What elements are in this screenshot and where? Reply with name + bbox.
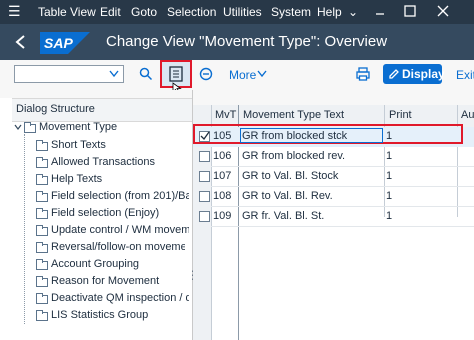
cell-text[interactable]: GR to Val. Bl. Stock	[242, 170, 338, 182]
more-chevron-icon[interactable]	[257, 70, 267, 78]
column-header-au[interactable]: Au	[461, 109, 474, 121]
maximize-icon[interactable]	[404, 5, 416, 17]
folder-icon	[36, 208, 48, 219]
cell-print[interactable]: 1	[386, 210, 392, 222]
tree-item-movement-type[interactable]: Movement Type	[39, 121, 117, 133]
menu-item-table-view[interactable]: Table View	[38, 5, 96, 19]
menu-bar: ☰ Table View Edit Goto Selection Utiliti…	[0, 0, 474, 24]
folder-icon	[36, 140, 48, 151]
folder-icon	[36, 174, 48, 185]
table-row[interactable]: 106 GR from blocked rev. 1	[193, 147, 474, 167]
sap-logo: SAP	[40, 32, 90, 54]
deselect-minus-icon[interactable]	[199, 67, 213, 81]
tree-item-account-grouping[interactable]: Account Grouping	[51, 258, 139, 270]
cell-mvt: 109	[213, 210, 232, 222]
cell-text[interactable]: GR to Val. Bl. Rev.	[242, 190, 333, 202]
menu-icon[interactable]: ☰	[8, 3, 21, 20]
row-checkbox[interactable]	[199, 191, 210, 202]
folder-icon	[36, 191, 48, 202]
exit-button[interactable]: Exit	[456, 68, 474, 82]
tree-item-reversal[interactable]: Reversal/follow-on movement t	[51, 241, 185, 253]
tree-collapse-icon[interactable]	[14, 123, 22, 131]
cell-mvt: 108	[213, 190, 232, 202]
cell-text[interactable]: GR from blocked rev.	[242, 150, 345, 162]
title-bar: SAP Change View "Movement Type": Overvie…	[0, 24, 474, 60]
cell-print[interactable]: 1	[386, 150, 392, 162]
cell-text[interactable]: GR fr. Val. Bl. St.	[242, 210, 324, 222]
tree-item-short-texts[interactable]: Short Texts	[51, 139, 106, 151]
tree-item-field-selection-201[interactable]: Field selection (from 201)/Batch	[51, 190, 189, 202]
document-details-icon	[169, 66, 183, 82]
row-checkbox[interactable]	[199, 171, 210, 182]
column-header-text[interactable]: Movement Type Text	[243, 109, 344, 121]
row-checkbox[interactable]	[199, 151, 210, 162]
focus-cell-outline	[240, 128, 383, 143]
toolbar: More Display Exit	[0, 60, 474, 94]
menu-item-selection[interactable]: Selection	[167, 5, 216, 19]
dialog-structure-panel: Dialog Structure Movement Type Short Tex…	[0, 90, 199, 340]
table-row[interactable]: 108 GR to Val. Bl. Rev. 1	[193, 187, 474, 207]
tree-item-reason-for-movement[interactable]: Reason for Movement	[51, 275, 159, 287]
table-row[interactable]: 107 GR to Val. Bl. Stock 1	[193, 167, 474, 187]
close-icon[interactable]	[437, 5, 449, 17]
command-field[interactable]	[14, 65, 124, 83]
column-header-print[interactable]: Print	[389, 109, 412, 121]
menu-item-help[interactable]: Help	[317, 5, 342, 19]
folder-icon	[36, 242, 48, 253]
tree-item-update-control[interactable]: Update control / WM movement	[51, 224, 189, 236]
minimize-icon[interactable]	[375, 6, 385, 16]
row-checkbox[interactable]	[199, 211, 210, 222]
menu-item-utilities[interactable]: Utilities	[223, 5, 262, 19]
open-folder-icon	[24, 122, 36, 133]
folder-icon	[36, 310, 48, 321]
folder-icon	[36, 157, 48, 168]
menu-item-system[interactable]: System	[271, 5, 311, 19]
tree-item-allowed-transactions[interactable]: Allowed Transactions	[51, 156, 155, 168]
tree-item-field-selection-enjoy[interactable]: Field selection (Enjoy)	[51, 207, 159, 219]
folder-icon	[36, 276, 48, 287]
chevron-down-icon[interactable]	[109, 70, 119, 78]
folder-icon	[36, 259, 48, 270]
movement-type-table: MvT Movement Type Text Print Au 105 GR f…	[193, 90, 474, 340]
back-arrow-icon[interactable]	[14, 34, 26, 50]
column-header-mvt[interactable]: MvT	[215, 109, 236, 121]
print-icon[interactable]	[356, 67, 370, 81]
page-title: Change View "Movement Type": Overview	[106, 33, 388, 50]
find-icon[interactable]	[139, 67, 153, 81]
cell-print[interactable]: 1	[386, 170, 392, 182]
tree-item-help-texts[interactable]: Help Texts	[51, 173, 102, 185]
menu-item-goto[interactable]: Goto	[131, 5, 157, 19]
display-pencil-icon	[389, 69, 399, 79]
folder-icon	[36, 225, 48, 236]
tree-item-deactivate-qm[interactable]: Deactivate QM inspection / deliv	[51, 292, 189, 304]
cell-mvt: 106	[213, 150, 232, 162]
tree-item-lis-statistics[interactable]: LIS Statistics Group	[51, 309, 148, 321]
cell-print[interactable]: 1	[386, 190, 392, 202]
help-menu-chevron-icon[interactable]: ⌄	[348, 5, 358, 19]
menu-item-edit[interactable]: Edit	[100, 5, 121, 19]
more-button[interactable]: More	[229, 68, 256, 82]
dialog-structure-header: Dialog Structure	[12, 98, 192, 122]
display-button[interactable]: Display	[383, 64, 445, 84]
folder-icon	[36, 293, 48, 304]
cell-mvt: 107	[213, 170, 232, 182]
table-row[interactable]: 109 GR fr. Val. Bl. St. 1	[193, 207, 474, 227]
